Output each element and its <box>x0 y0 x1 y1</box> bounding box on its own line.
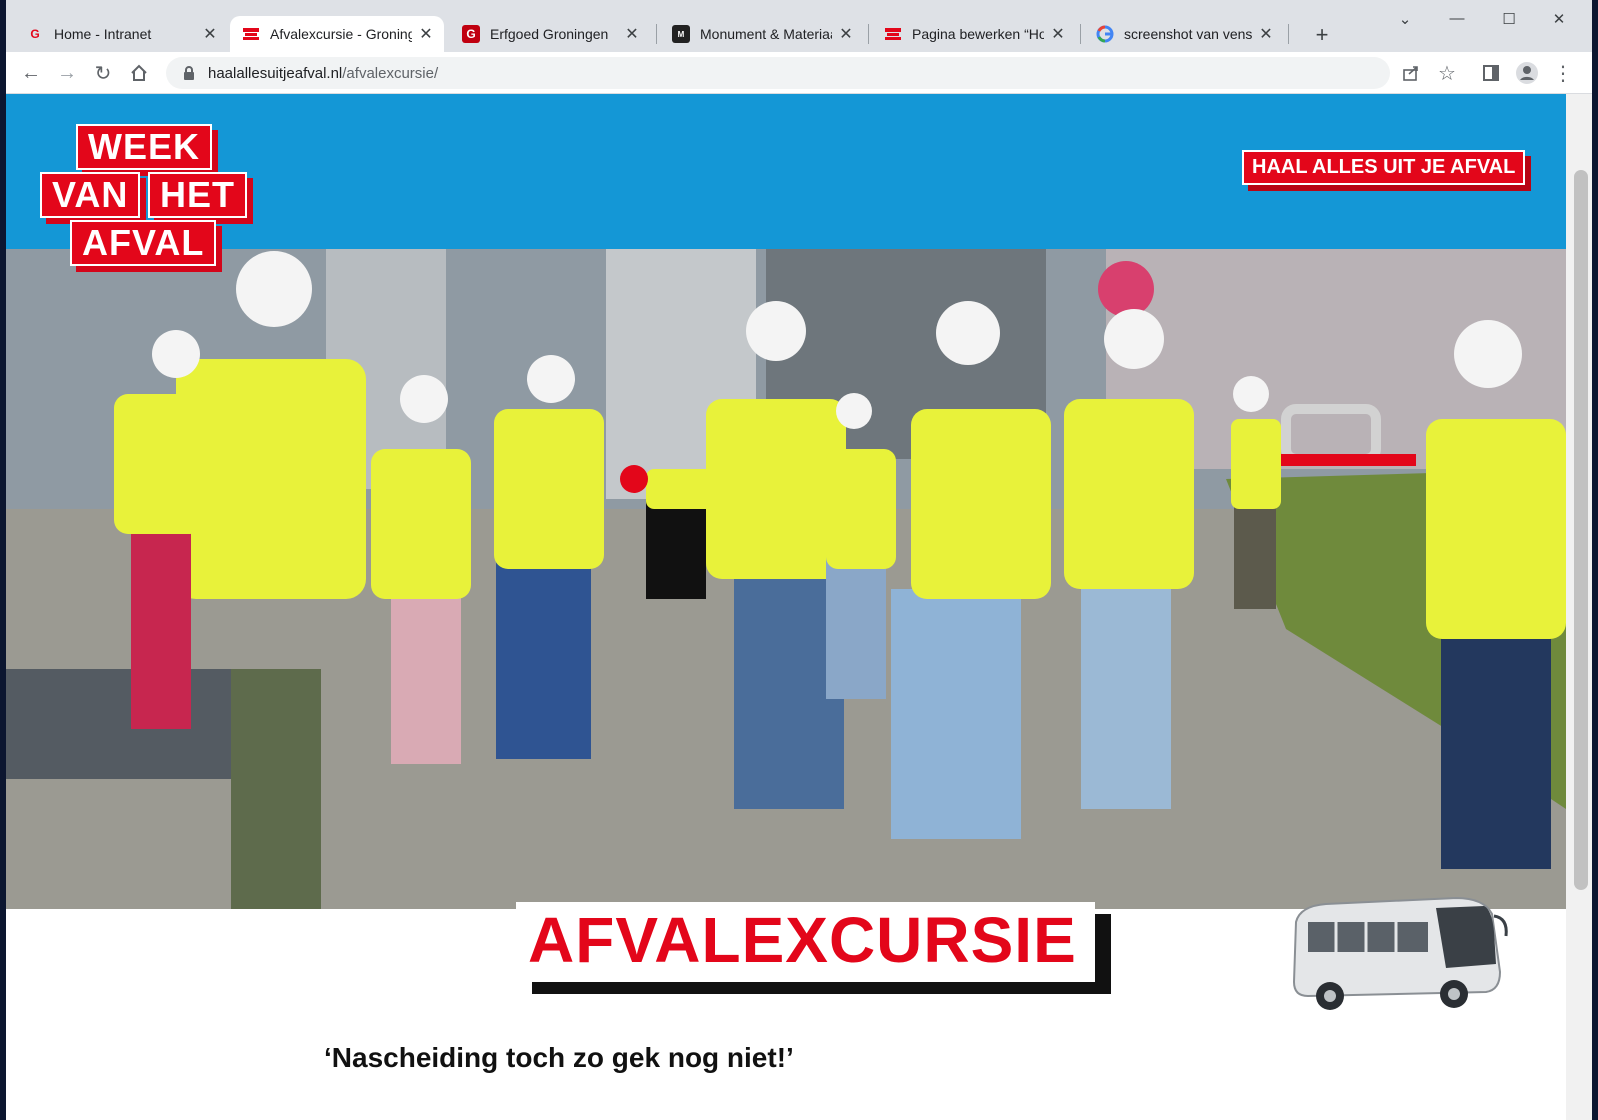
scrollbar-thumb[interactable] <box>1574 170 1588 890</box>
window-close-icon[interactable]: ✕ <box>1544 10 1574 28</box>
profile-avatar-icon[interactable] <box>1514 60 1540 86</box>
address-bar[interactable]: haalallesuitjeafval.nl/afvalexcursie/ <box>166 57 1390 89</box>
page-title: AFVALEXCURSIE <box>528 904 1077 976</box>
tab-search-chevron-icon[interactable]: ⌄ <box>1390 10 1420 28</box>
logo-line: HET <box>148 172 247 218</box>
haal-alles-uit-je-afval-button[interactable]: HAAL ALLES UIT JE AFVAL <box>1242 150 1526 185</box>
new-tab-button[interactable]: + <box>1310 22 1334 48</box>
minimize-icon[interactable]: — <box>1442 10 1472 27</box>
bookmark-star-icon[interactable]: ☆ <box>1434 60 1460 86</box>
tab-separator <box>1288 24 1289 44</box>
google-favicon-icon <box>1096 25 1114 43</box>
url-host: haalallesuitjeafval.nl <box>208 64 343 82</box>
tab-afvalexcursie[interactable]: Afvalexcursie - Groninge ✕ <box>230 16 444 52</box>
browser-toolbar: ← → ↻ haalallesuitjeafval.nl/afvalexcurs… <box>6 52 1592 94</box>
tab-separator <box>868 24 869 44</box>
close-icon[interactable]: ✕ <box>1050 24 1066 44</box>
close-icon[interactable]: ✕ <box>1258 24 1274 44</box>
lock-icon <box>184 66 194 80</box>
tab-monument-materiaal[interactable]: M Monument & Materiaal ✕ <box>660 16 864 52</box>
tab-separator <box>656 24 657 44</box>
page-scrollbar[interactable] <box>1566 94 1592 1120</box>
tab-title: Home - Intranet <box>54 26 152 42</box>
logo-line: VAN <box>40 172 141 218</box>
logo-line: AFVAL <box>70 220 217 266</box>
intro-quote: ‘Nascheiding toch zo gek nog niet!’ <box>324 1042 794 1073</box>
close-icon[interactable]: ✕ <box>838 24 854 44</box>
web-page: WEEK VAN HET AFVAL HAAL ALLES UIT JE AFV… <box>6 94 1592 1120</box>
maximize-icon[interactable]: ☐ <box>1494 10 1524 28</box>
back-arrow-icon[interactable]: ← <box>18 60 44 86</box>
url-path: /afvalexcursie/ <box>342 64 439 82</box>
close-icon[interactable]: ✕ <box>624 24 640 44</box>
week-van-het-afval-logo[interactable]: WEEK VAN HET AFVAL <box>40 124 256 284</box>
hero-photo <box>6 249 1566 909</box>
reload-icon[interactable]: ↻ <box>90 60 116 86</box>
kebab-menu-icon[interactable]: ⋮ <box>1550 60 1576 86</box>
week-van-het-afval-favicon-icon <box>242 25 260 43</box>
tab-pagina-bewerken[interactable]: Pagina bewerken “Hom ✕ <box>872 16 1076 52</box>
forward-arrow-icon[interactable]: → <box>54 60 80 86</box>
tab-title: Afvalexcursie - Groninge <box>270 26 412 42</box>
tab-home-intranet[interactable]: G Home - Intranet ✕ <box>14 16 228 52</box>
close-icon[interactable]: ✕ <box>202 24 218 44</box>
tab-erfgoed-groningen[interactable]: G Erfgoed Groningen ✕ <box>450 16 650 52</box>
week-van-het-afval-favicon-icon <box>884 25 902 43</box>
side-panel-icon[interactable] <box>1478 60 1504 86</box>
logo-line: WEEK <box>76 124 212 170</box>
headline-box: AFVALEXCURSIE <box>516 902 1095 982</box>
excursion-photo-illustration <box>6 249 1566 909</box>
tab-title: screenshot van venster <box>1124 26 1252 42</box>
intranet-favicon-icon: G <box>30 27 40 41</box>
close-icon[interactable]: ✕ <box>418 24 434 44</box>
tab-title: Erfgoed Groningen <box>490 26 609 42</box>
tab-strip: G Home - Intranet ✕ Afvalexcursie - Gron… <box>6 0 1592 52</box>
browser-window: G Home - Intranet ✕ Afvalexcursie - Gron… <box>6 0 1592 1120</box>
tab-title: Monument & Materiaal <box>700 26 832 42</box>
tab-screenshot-van-venster[interactable]: screenshot van venster ✕ <box>1084 16 1284 52</box>
tab-title: Pagina bewerken “Hom <box>912 26 1044 42</box>
home-icon[interactable] <box>126 60 152 86</box>
tab-separator <box>1080 24 1081 44</box>
erfgoed-groningen-favicon-icon: G <box>462 25 480 43</box>
monument-materiaal-favicon-icon: M <box>672 25 690 43</box>
bus-icon <box>1292 896 1508 1010</box>
share-icon[interactable] <box>1398 60 1424 86</box>
